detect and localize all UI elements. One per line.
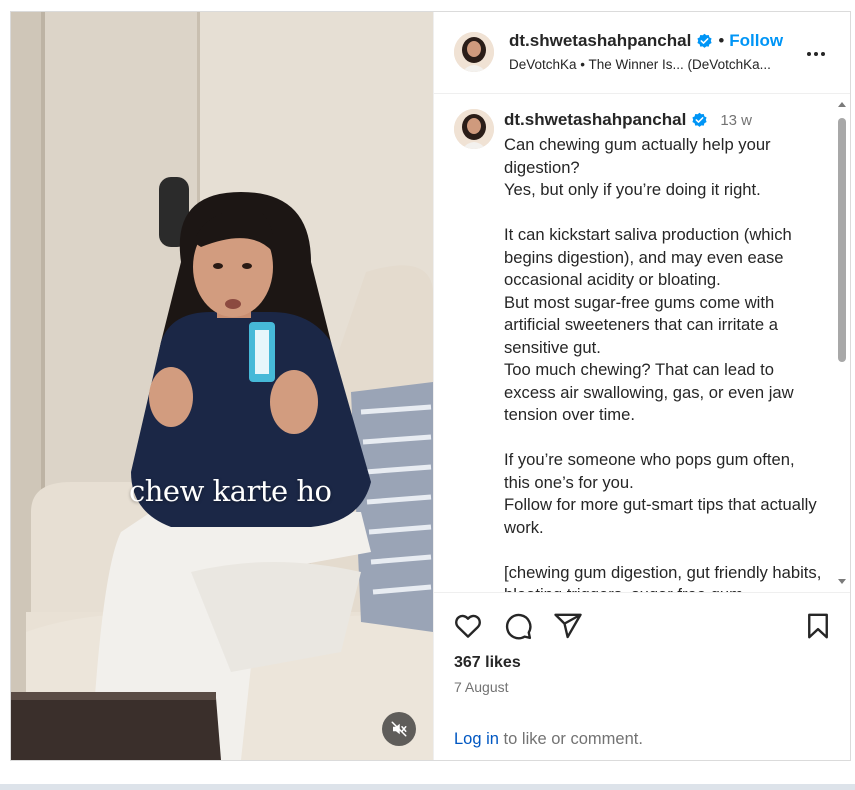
caption-text: Can chewing gum actually help your diges… (504, 135, 822, 592)
comments-section[interactable]: dt.shwetashahpanchal 13 w Can chewing gu… (434, 94, 850, 592)
caption-header: dt.shwetashahpanchal 13 w (504, 110, 752, 130)
mute-toggle-button[interactable] (382, 712, 416, 746)
scrollbar[interactable] (836, 96, 848, 588)
heart-icon[interactable] (453, 611, 483, 641)
speaker-muted-icon (391, 721, 407, 737)
verified-badge-icon (692, 112, 707, 127)
verified-badge-icon (697, 33, 712, 48)
bookmark-icon[interactable] (803, 611, 833, 641)
reel-video[interactable]: chew karte ho (11, 12, 433, 760)
share-icon[interactable] (553, 611, 583, 641)
video-caption-overlay: chew karte ho (129, 474, 332, 508)
author-avatar[interactable] (454, 32, 494, 72)
separator-dot: • (718, 31, 725, 50)
scroll-down-arrow-icon[interactable] (837, 578, 847, 586)
instagram-post: chew karte ho dt.shwetashahpanchal • Fol… (10, 11, 851, 761)
caption-username[interactable]: dt.shwetashahpanchal (504, 110, 686, 130)
author-username[interactable]: dt.shwetashahpanchal (509, 31, 691, 51)
login-prompt-text: to like or comment. (498, 730, 643, 748)
audio-track-link[interactable]: DeVotchKa • The Winner Is... (DeVotchKa.… (509, 57, 771, 72)
video-frame-image (11, 12, 433, 760)
header-user-row: dt.shwetashahpanchal • Follow (509, 31, 783, 51)
more-horizontal-icon[interactable] (804, 42, 828, 66)
post-date[interactable]: 7 August (454, 679, 509, 695)
post-header: dt.shwetashahpanchal • Follow DeVotchKa … (434, 12, 850, 94)
login-link[interactable]: Log in (454, 730, 499, 748)
post-actions: 367 likes 7 August Log in to like or com… (434, 592, 850, 760)
scrollbar-thumb[interactable] (838, 118, 846, 362)
caption-author-avatar[interactable] (454, 109, 494, 149)
post-details-panel: dt.shwetashahpanchal • Follow DeVotchKa … (433, 12, 850, 760)
page-bottom-strip (0, 784, 855, 790)
avatar-image (454, 32, 494, 72)
scroll-up-arrow-icon[interactable] (837, 100, 847, 108)
login-prompt: Log in to like or comment. (454, 730, 643, 749)
comment-icon[interactable] (503, 611, 533, 641)
post-age[interactable]: 13 w (720, 112, 752, 129)
like-count[interactable]: 367 likes (454, 654, 521, 672)
avatar-image (454, 109, 494, 149)
follow-button[interactable]: Follow (729, 31, 783, 51)
